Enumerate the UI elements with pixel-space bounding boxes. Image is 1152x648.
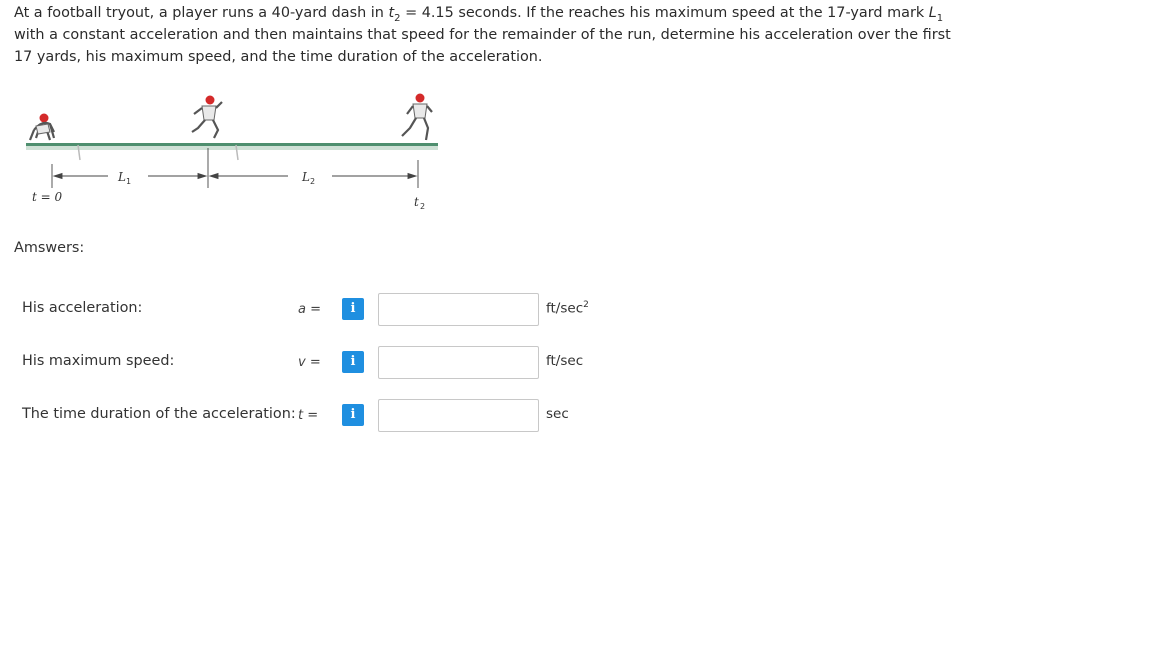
problem-statement: At a football tryout, a player runs a 40… — [14, 2, 954, 68]
time-unit: sec — [546, 406, 569, 422]
dash-figure: L 1 L 2 t = 0 t 2 — [14, 88, 454, 218]
max-speed-var: v = — [298, 355, 321, 370]
time-var: t = — [298, 408, 318, 423]
l1-label-sub: 1 — [126, 177, 131, 186]
problem-text-3: with a constant acceleration and then ma… — [14, 27, 951, 65]
l1-label: L — [117, 170, 126, 184]
acceleration-info-icon[interactable]: i — [342, 298, 364, 320]
player-end-icon — [401, 93, 433, 141]
answer-row-max-speed: His maximum speed: v = i ft/sec — [22, 346, 642, 379]
problem-text-1: At a football tryout, a player runs a 40… — [14, 5, 389, 21]
player-mid-icon — [191, 95, 223, 139]
player-start-icon — [28, 113, 56, 141]
acceleration-label: His acceleration: — [22, 300, 143, 316]
t2-label-sub: 2 — [420, 202, 425, 211]
acceleration-input[interactable] — [378, 293, 539, 326]
time-input[interactable] — [378, 399, 539, 432]
max-speed-unit: ft/sec — [546, 353, 584, 369]
time-eq: = — [307, 408, 319, 423]
answers-heading: Amswers: — [14, 240, 85, 256]
max-speed-eq: = — [309, 355, 321, 370]
acceleration-unit: ft/sec2 — [546, 300, 589, 317]
l2-label-sub: 2 — [310, 177, 315, 186]
acceleration-eq: = — [310, 302, 322, 317]
max-speed-info-icon[interactable]: i — [342, 351, 364, 373]
answer-row-time: The time duration of the acceleration: t… — [22, 399, 642, 432]
acceleration-var-symbol: a — [298, 302, 306, 317]
l2-label: L — [301, 170, 310, 184]
ground-line — [26, 143, 438, 146]
max-speed-input[interactable] — [378, 346, 539, 379]
l1-subscript: 1 — [936, 12, 944, 24]
figure-svg: L 1 L 2 t = 0 t 2 — [26, 93, 438, 211]
dimension-lines — [51, 148, 419, 188]
max-speed-var-symbol: v — [298, 355, 306, 370]
t2-label: t — [414, 195, 419, 209]
acceleration-var: a = — [298, 302, 321, 317]
page: At a football tryout, a player runs a 40… — [0, 0, 1152, 648]
t0-label: t = 0 — [32, 190, 63, 204]
l1-symbol: L — [928, 5, 937, 21]
answer-row-acceleration: His acceleration: a = i ft/sec2 — [22, 293, 642, 326]
time-label: The time duration of the acceleration: — [22, 406, 296, 422]
ground-shadow — [26, 146, 438, 150]
time-info-icon[interactable]: i — [342, 404, 364, 426]
acceleration-unit-text: ft/sec — [546, 300, 584, 317]
acceleration-unit-sup: 2 — [583, 300, 589, 310]
problem-text-2: = 4.15 seconds. If the reaches his maxim… — [400, 5, 929, 21]
max-speed-label: His maximum speed: — [22, 353, 175, 369]
time-var-symbol: t — [298, 408, 304, 423]
